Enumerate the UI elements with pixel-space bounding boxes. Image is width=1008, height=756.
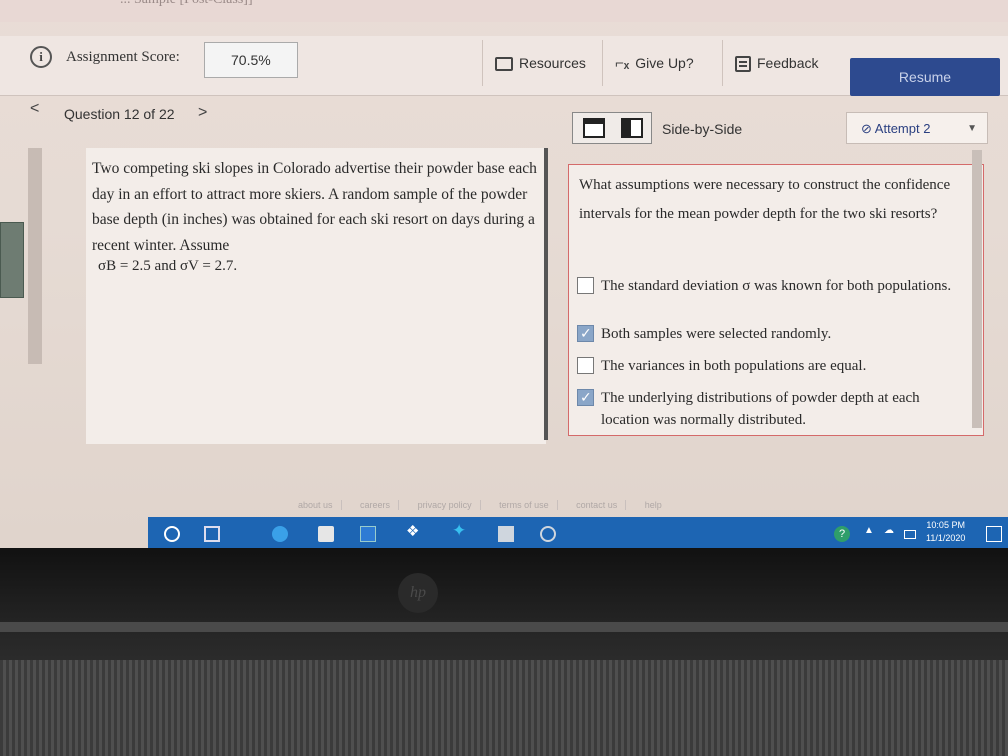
question-counter: Question 12 of 22 bbox=[64, 106, 175, 122]
info-icon[interactable]: i bbox=[30, 46, 52, 68]
footer-link-privacy[interactable]: privacy policy bbox=[417, 500, 481, 510]
side-tab[interactable] bbox=[0, 222, 24, 298]
hp-logo: hp bbox=[398, 573, 438, 613]
answer-option-label: The variances in both populations are eq… bbox=[601, 358, 867, 374]
cortana-icon[interactable] bbox=[164, 526, 180, 542]
checkbox[interactable] bbox=[577, 277, 594, 294]
chevron-down-icon: ▼ bbox=[967, 123, 977, 134]
help-icon[interactable]: ? bbox=[834, 526, 850, 542]
edge-browser-icon[interactable] bbox=[272, 526, 288, 542]
footer-links: about us careers privacy policy terms of… bbox=[290, 500, 678, 510]
file-explorer-icon[interactable] bbox=[498, 526, 514, 542]
chevron-up-icon[interactable]: ▲ bbox=[864, 525, 880, 541]
previous-question-button[interactable]: < bbox=[30, 100, 39, 118]
laptop-bezel: hp bbox=[0, 548, 1008, 756]
browser-screen: ... Sample [Post-Class]] i Assignment Sc… bbox=[0, 0, 1008, 548]
clock-date: 11/1/2020 bbox=[926, 533, 966, 543]
feedback-button[interactable]: Feedback bbox=[722, 40, 846, 86]
bezel-hinge bbox=[0, 622, 1008, 632]
assignment-score-label: Assignment Score: bbox=[66, 49, 180, 65]
assignment-score-value: 70.5% bbox=[204, 42, 298, 78]
no-entry-icon: ⊘ bbox=[861, 121, 875, 136]
onedrive-cloud-icon[interactable]: ☁ bbox=[884, 525, 900, 541]
answer-option[interactable]: The standard deviation σ was known for b… bbox=[577, 275, 961, 297]
side-by-side-icon[interactable] bbox=[621, 118, 643, 138]
assignment-header: i Assignment Score: 70.5% Resources ⌐ₓ Gi… bbox=[0, 36, 1008, 96]
resources-label: Resources bbox=[519, 55, 586, 71]
feedback-icon bbox=[735, 56, 751, 73]
checkbox-checked[interactable] bbox=[577, 323, 594, 345]
checkbox-checked[interactable] bbox=[577, 387, 594, 409]
page-heading-partial: ... Sample [Post-Class]] bbox=[120, 0, 253, 8]
answer-option[interactable]: The variances in both populations are eq… bbox=[577, 355, 961, 377]
document-icon bbox=[495, 57, 513, 72]
layout-toggle bbox=[572, 112, 652, 144]
page-top-strip: ... Sample [Post-Class]] bbox=[0, 0, 1008, 22]
footer-link-help[interactable]: help bbox=[645, 500, 670, 510]
mail-icon[interactable] bbox=[360, 526, 376, 542]
answer-option[interactable]: The underlying distributions of powder d… bbox=[577, 387, 961, 431]
task-view-icon[interactable] bbox=[204, 526, 220, 542]
resume-button[interactable]: Resume bbox=[850, 58, 1000, 96]
feedback-label: Feedback bbox=[757, 55, 819, 71]
problem-given-values: σB = 2.5 and σV = 2.7. bbox=[98, 258, 238, 274]
battery-icon[interactable] bbox=[904, 530, 916, 539]
windows-taskbar: ❖ ✦ ? ▲ ☁ 10:05 PM 11/1/2020 bbox=[148, 517, 1008, 548]
clock-time: 10:05 PM bbox=[926, 520, 965, 530]
taskbar-clock[interactable]: 10:05 PM 11/1/2020 bbox=[926, 519, 965, 545]
footer-link-about[interactable]: about us bbox=[298, 500, 342, 510]
problem-panel: Two competing ski slopes in Colorado adv… bbox=[86, 148, 546, 444]
answer-option-label: The standard deviation σ was known for b… bbox=[601, 278, 952, 294]
single-view-icon[interactable] bbox=[583, 118, 605, 138]
give-up-label: Give Up? bbox=[635, 55, 694, 71]
right-scrollbar[interactable] bbox=[972, 150, 982, 428]
answer-option[interactable]: Both samples were selected randomly. bbox=[577, 323, 961, 345]
answer-option-label: Both samples were selected randomly. bbox=[601, 326, 832, 342]
left-scrollbar[interactable] bbox=[28, 148, 42, 364]
problem-statement: Two competing ski slopes in Colorado adv… bbox=[92, 160, 537, 254]
attempt-label: Attempt 2 bbox=[874, 121, 931, 136]
question-prompt: What assumptions were necessary to const… bbox=[579, 177, 951, 222]
notification-icon[interactable] bbox=[986, 526, 1002, 542]
side-by-side-label: Side-by-Side bbox=[662, 121, 743, 137]
store-icon[interactable] bbox=[318, 526, 334, 542]
footer-link-careers[interactable]: careers bbox=[360, 500, 400, 510]
footer-link-terms[interactable]: terms of use bbox=[499, 500, 558, 510]
attempt-select[interactable]: ⊘ Attempt 2 ▼ bbox=[846, 112, 988, 144]
speaker-grill bbox=[0, 660, 1008, 756]
app-icon[interactable]: ✦ bbox=[452, 521, 468, 540]
checkbox[interactable] bbox=[577, 357, 594, 374]
answer-option-label: The underlying distributions of powder d… bbox=[601, 390, 920, 428]
question-panel: What assumptions were necessary to const… bbox=[568, 164, 984, 436]
panel-divider[interactable] bbox=[544, 148, 548, 440]
give-up-button[interactable]: ⌐ₓ Give Up? bbox=[602, 40, 720, 86]
resources-button[interactable]: Resources bbox=[482, 40, 600, 86]
dropbox-icon[interactable]: ❖ bbox=[406, 522, 422, 540]
footer-link-contact[interactable]: contact us bbox=[576, 500, 627, 510]
give-up-icon: ⌐ₓ bbox=[615, 55, 630, 73]
next-question-button[interactable]: > bbox=[198, 104, 207, 122]
globe-icon[interactable] bbox=[540, 526, 556, 542]
